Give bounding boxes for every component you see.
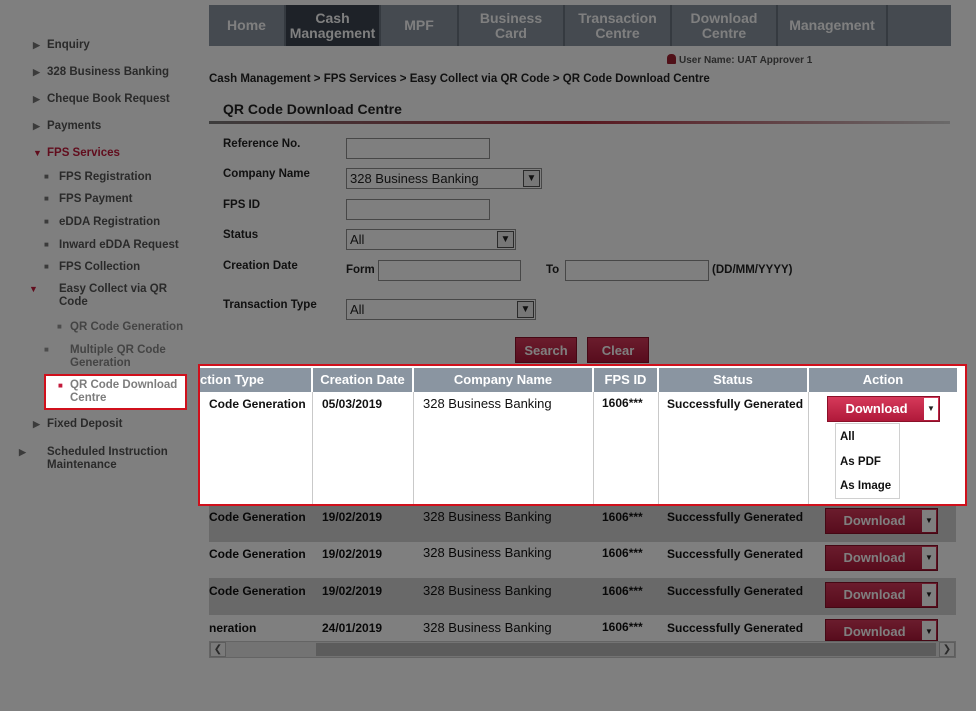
results-table: ction Type Creation Date Company Name FP… (198, 364, 967, 506)
column-divider (808, 392, 809, 504)
chevron-down-icon[interactable]: ▼ (924, 398, 938, 420)
download-button[interactable]: Download ▼ (827, 396, 940, 422)
bullet-icon: ■ (58, 381, 63, 390)
column-divider (658, 392, 659, 504)
dim-overlay (0, 0, 976, 711)
download-dropdown-menu: All As PDF As Image (835, 423, 900, 499)
sidebar-sub-qr-download-centre[interactable]: ■ QR Code Download Centre (44, 374, 187, 410)
column-divider (312, 392, 313, 504)
header-creation-date[interactable]: Creation Date (313, 368, 414, 392)
column-divider (593, 392, 594, 504)
cell-company: 328 Business Banking (423, 396, 552, 411)
cell-fps-id: 1606*** (602, 396, 643, 410)
header-fps-id[interactable]: FPS ID (594, 368, 659, 392)
menu-option-all[interactable]: All (840, 431, 855, 443)
header-status[interactable]: Status (659, 368, 809, 392)
header-transaction-type[interactable]: ction Type (200, 368, 313, 392)
menu-option-image[interactable]: As Image (840, 480, 891, 492)
header-company-name[interactable]: Company Name (414, 368, 594, 392)
cell-date: 05/03/2019 (322, 397, 383, 411)
menu-option-pdf[interactable]: As PDF (840, 456, 881, 468)
cell-status: Successfully Generated (667, 397, 804, 411)
column-divider (413, 392, 414, 504)
cell-type: Code Generation (209, 397, 306, 411)
header-action: Action (809, 368, 957, 392)
